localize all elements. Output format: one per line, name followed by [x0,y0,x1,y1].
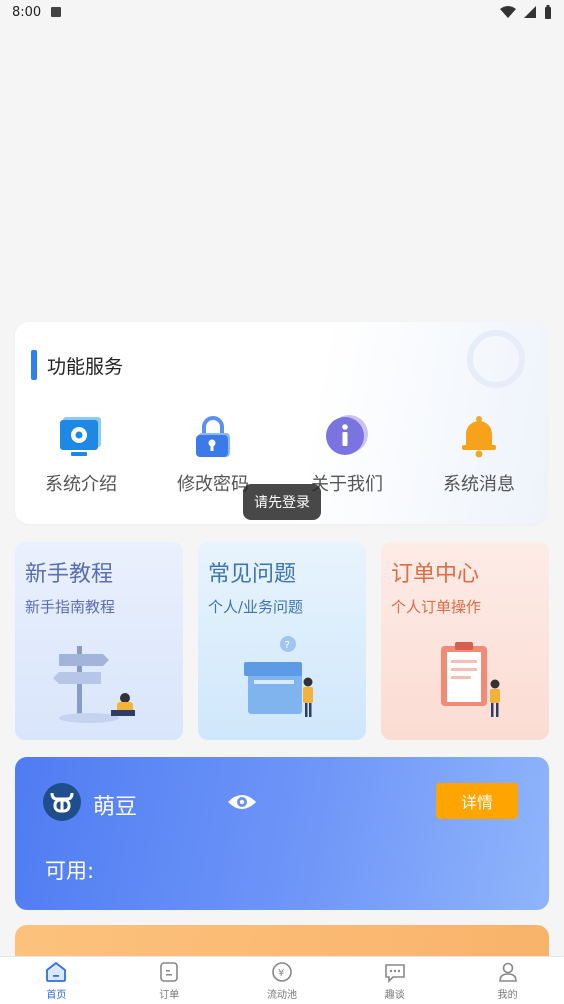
tab-liquidity-pool[interactable]: ¥ 流动池 [226,957,339,1004]
lock-icon [191,414,235,458]
bell-icon [457,414,501,458]
feature-beginner-tutorial[interactable]: 新手教程 新手指南教程 [15,542,183,740]
tab-home[interactable]: 首页 [0,957,113,1004]
wifi-icon [500,6,516,18]
folder-question-illustration: ? [244,636,313,717]
service-label: 系统介绍 [45,474,117,495]
status-time: 8:00 [12,4,42,20]
svg-text:?: ? [285,640,290,651]
feature-title: 新手教程 [25,562,114,587]
profile-icon [498,962,517,982]
watermark-decoration [467,330,525,388]
signpost-illustration [53,646,135,723]
tab-chat[interactable]: 趣谈 [338,957,451,1004]
bean-logo-icon [43,783,81,821]
feature-title: 订单中心 [391,562,480,587]
chat-icon [384,964,405,983]
svg-text:¥: ¥ [278,968,284,979]
order-icon [160,962,178,982]
bean-card: 萌豆 详情 可用: [15,757,549,910]
available-label: 可用: [45,859,95,883]
service-system-messages[interactable]: 系统消息 [419,414,539,496]
status-bar: 8:00 [0,0,564,24]
feature-subtitle: 个人订单操作 [391,598,482,616]
service-label: 系统消息 [443,474,515,495]
login-toast: 请先登录 [243,484,321,520]
eye-icon[interactable] [227,791,257,813]
tab-label: 我的 [497,990,518,1001]
service-system-intro[interactable]: 系统介绍 [21,414,141,496]
bean-name: 萌豆 [93,795,138,820]
battery-icon [545,5,551,19]
clipboard-illustration [441,642,500,717]
detail-button[interactable]: 详情 [436,783,518,819]
feature-order-center[interactable]: 订单中心 个人订单操作 [381,542,549,740]
tab-orders[interactable]: 订单 [113,957,226,1004]
monitor-gear-icon [59,414,103,458]
tab-label: 订单 [159,990,180,1001]
info-icon [325,414,369,458]
services-title: 功能服务 [47,356,124,378]
tab-label: 趣谈 [384,990,405,1001]
section-accent-bar [31,350,37,380]
feature-subtitle: 新手指南教程 [25,598,116,616]
tab-profile[interactable]: 我的 [451,957,564,1004]
tab-label: 首页 [46,990,67,1001]
tab-label: 流动池 [266,990,297,1001]
home-icon [46,961,67,982]
notification-a-icon [51,7,62,17]
signal-icon [524,6,536,18]
bottom-tab-bar: 首页 订单 ¥ 流动池 趣谈 我的 [0,956,564,1004]
feature-title: 常见问题 [208,562,297,587]
feature-subtitle: 个人/业务问题 [208,598,304,616]
yuan-pool-icon: ¥ [272,962,292,982]
feature-faq[interactable]: 常见问题 个人/业务问题 ? [198,542,366,740]
